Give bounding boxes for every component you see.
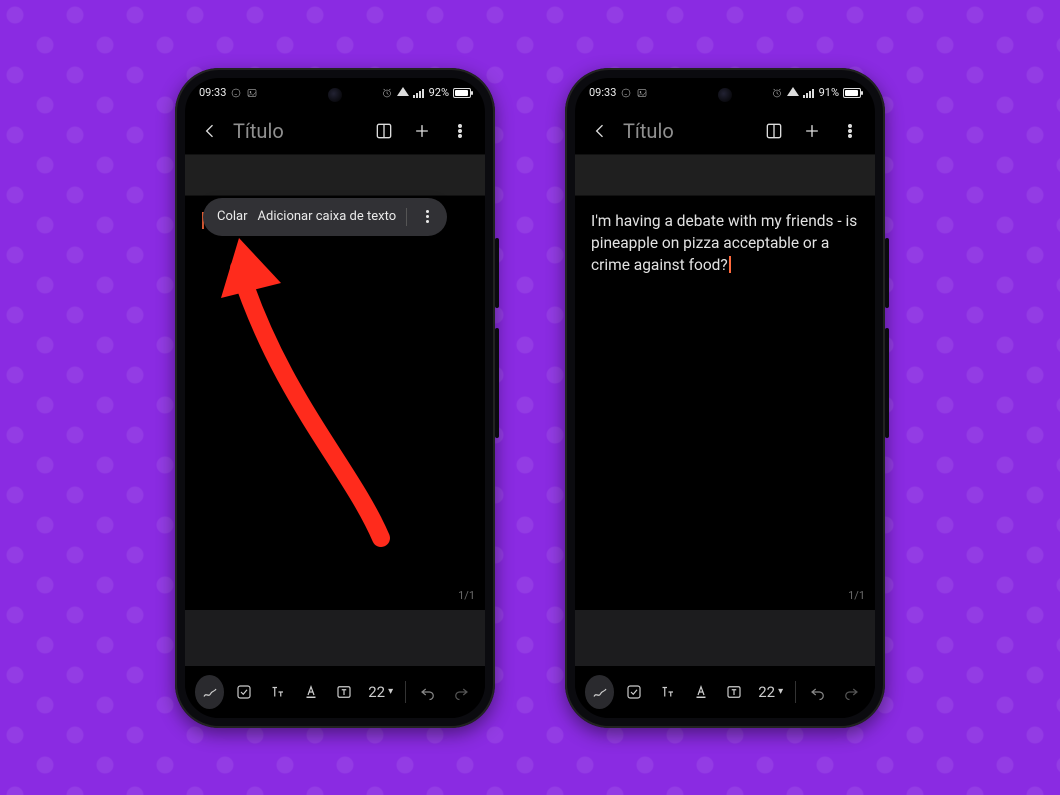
reading-mode-button[interactable] bbox=[369, 116, 399, 146]
undo-button[interactable] bbox=[804, 676, 832, 708]
note-title[interactable]: Título bbox=[623, 119, 674, 143]
note-editor-area[interactable]: I'm having a debate with my friends - is… bbox=[575, 196, 875, 610]
more-options-button[interactable] bbox=[835, 116, 865, 146]
text-style-button[interactable] bbox=[654, 676, 682, 708]
battery-percent: 91% bbox=[819, 86, 839, 99]
note-title[interactable]: Título bbox=[233, 119, 284, 143]
toolbar-divider bbox=[795, 681, 796, 703]
reading-mode-button[interactable] bbox=[759, 116, 789, 146]
app-header: Título bbox=[185, 108, 485, 154]
chevron-down-icon: ▾ bbox=[778, 686, 783, 697]
more-icon bbox=[426, 210, 429, 223]
context-menu-divider bbox=[406, 208, 407, 226]
top-strip bbox=[575, 154, 875, 196]
redo-button[interactable] bbox=[447, 676, 475, 708]
wifi-icon bbox=[397, 87, 409, 99]
alarm-icon bbox=[381, 87, 393, 99]
back-button[interactable] bbox=[585, 116, 615, 146]
back-button[interactable] bbox=[195, 116, 225, 146]
page-counter: 1/1 bbox=[848, 588, 865, 604]
handwriting-button[interactable] bbox=[195, 675, 224, 709]
font-size-button[interactable]: 22▾ bbox=[364, 676, 397, 708]
top-strip bbox=[185, 154, 485, 196]
undo-button[interactable] bbox=[414, 676, 442, 708]
bottom-strip bbox=[575, 610, 875, 666]
editor-toolbar: 22▾ bbox=[575, 666, 875, 718]
font-size-button[interactable]: 22▾ bbox=[754, 676, 787, 708]
bottom-strip bbox=[185, 610, 485, 666]
note-body-text: I'm having a debate with my friends - is… bbox=[591, 212, 857, 275]
image-icon bbox=[636, 87, 648, 99]
app-header: Título bbox=[575, 108, 875, 154]
checklist-button[interactable] bbox=[620, 676, 648, 708]
chevron-down-icon: ▾ bbox=[388, 686, 393, 697]
font-color-button[interactable] bbox=[687, 676, 715, 708]
text-cursor bbox=[729, 256, 731, 273]
battery-percent: 92% bbox=[429, 86, 449, 99]
text-style-button[interactable] bbox=[264, 676, 292, 708]
more-options-button[interactable] bbox=[445, 116, 475, 146]
phone-frame-left: 09:33 92% bbox=[175, 68, 495, 728]
signal-icon bbox=[413, 87, 425, 99]
image-icon bbox=[246, 87, 258, 99]
context-menu-more[interactable] bbox=[417, 210, 437, 223]
phone-frame-right: 09:33 91% bbox=[565, 68, 885, 728]
battery-icon bbox=[453, 88, 471, 98]
text-box-button[interactable] bbox=[721, 676, 749, 708]
phone-screen-left: 09:33 92% bbox=[185, 78, 485, 718]
signal-icon bbox=[803, 87, 815, 99]
phone-screen-right: 09:33 91% bbox=[575, 78, 875, 718]
font-size-value: 22 bbox=[758, 683, 775, 701]
front-camera bbox=[328, 88, 342, 102]
font-color-button[interactable] bbox=[297, 676, 325, 708]
handwriting-button[interactable] bbox=[585, 675, 614, 709]
wifi-icon bbox=[787, 87, 799, 99]
note-editor-area[interactable]: 1/1 bbox=[185, 196, 485, 610]
add-textbox-menu-item[interactable]: Adicionar caixa de texto bbox=[258, 209, 397, 224]
battery-fill bbox=[845, 90, 858, 96]
alarm-icon bbox=[771, 87, 783, 99]
status-time: 09:33 bbox=[589, 86, 616, 99]
toolbar-divider bbox=[405, 681, 406, 703]
editor-toolbar: 22▾ bbox=[185, 666, 485, 718]
stage: 09:33 92% bbox=[0, 0, 1060, 795]
battery-icon bbox=[843, 88, 861, 98]
whatsapp-icon bbox=[230, 87, 242, 99]
battery-fill bbox=[455, 90, 468, 96]
redo-button[interactable] bbox=[837, 676, 865, 708]
text-box-button[interactable] bbox=[331, 676, 359, 708]
page-counter: 1/1 bbox=[458, 588, 475, 604]
add-button[interactable] bbox=[407, 116, 437, 146]
status-time: 09:33 bbox=[199, 86, 226, 99]
font-size-value: 22 bbox=[368, 683, 385, 701]
front-camera bbox=[718, 88, 732, 102]
text-context-menu: Colar Adicionar caixa de texto bbox=[203, 198, 447, 236]
whatsapp-icon bbox=[620, 87, 632, 99]
add-button[interactable] bbox=[797, 116, 827, 146]
paste-menu-item[interactable]: Colar bbox=[217, 209, 248, 224]
checklist-button[interactable] bbox=[230, 676, 258, 708]
